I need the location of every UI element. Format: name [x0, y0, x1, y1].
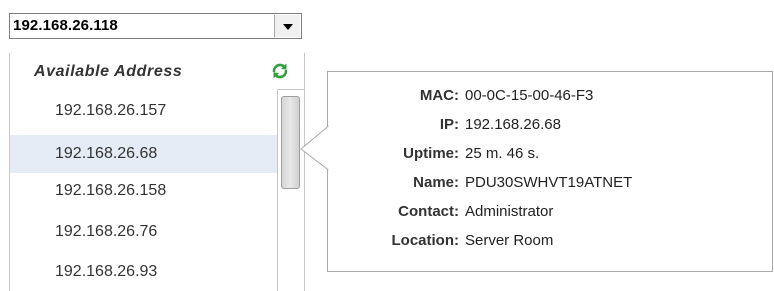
- location-value: Server Room: [465, 232, 554, 249]
- refresh-icon[interactable]: [269, 60, 291, 82]
- mac-label: MAC:: [419, 87, 459, 104]
- dropdown-header: Available Address: [34, 63, 183, 80]
- combobox-selected-value: 192.168.26.118: [13, 17, 118, 34]
- uptime-value: 25 m. 46 s.: [465, 145, 540, 162]
- address-option-label: 192.168.26.93: [55, 263, 158, 280]
- address-option[interactable]: 192.168.26.158: [10, 172, 277, 210]
- mac-value: 00-0C-15-00-46-F3: [465, 87, 594, 104]
- contact-value: Administrator: [465, 203, 554, 220]
- address-selector-screen: 192.168.26.118 Available Address 192.168…: [0, 0, 774, 291]
- name-label: Name:: [413, 174, 459, 191]
- dropdown-toggle-button[interactable]: [274, 15, 300, 37]
- ip-label: IP:: [439, 116, 459, 133]
- address-option[interactable]: 192.168.26.93: [10, 253, 277, 291]
- device-info-tooltip: MAC: 00-0C-15-00-46-F3 IP: 192.168.26.68…: [327, 71, 773, 272]
- address-option-label: 192.168.26.158: [55, 182, 167, 199]
- address-option-label: 192.168.26.68: [55, 145, 158, 162]
- uptime-label: Uptime:: [403, 145, 459, 162]
- tooltip-pointer: [300, 126, 329, 170]
- address-option[interactable]: 192.168.26.157: [10, 92, 277, 130]
- address-option-label: 192.168.26.76: [55, 223, 158, 240]
- address-option-selected[interactable]: 192.168.26.68: [10, 135, 277, 173]
- ip-value: 192.168.26.68: [465, 116, 561, 133]
- address-combobox[interactable]: 192.168.26.118: [9, 13, 302, 39]
- address-dropdown-list: Available Address 192.168.26.157 192.168…: [9, 53, 305, 291]
- name-value: PDU30SWHVT19ATNET: [465, 174, 633, 191]
- dropdown-scrollbar[interactable]: [277, 89, 304, 291]
- scrollbar-thumb[interactable]: [281, 96, 300, 189]
- address-option-label: 192.168.26.157: [55, 102, 167, 119]
- chevron-down-icon: [282, 24, 293, 30]
- address-option[interactable]: 192.168.26.76: [10, 213, 277, 251]
- contact-label: Contact:: [398, 203, 459, 220]
- location-label: Location:: [391, 232, 460, 249]
